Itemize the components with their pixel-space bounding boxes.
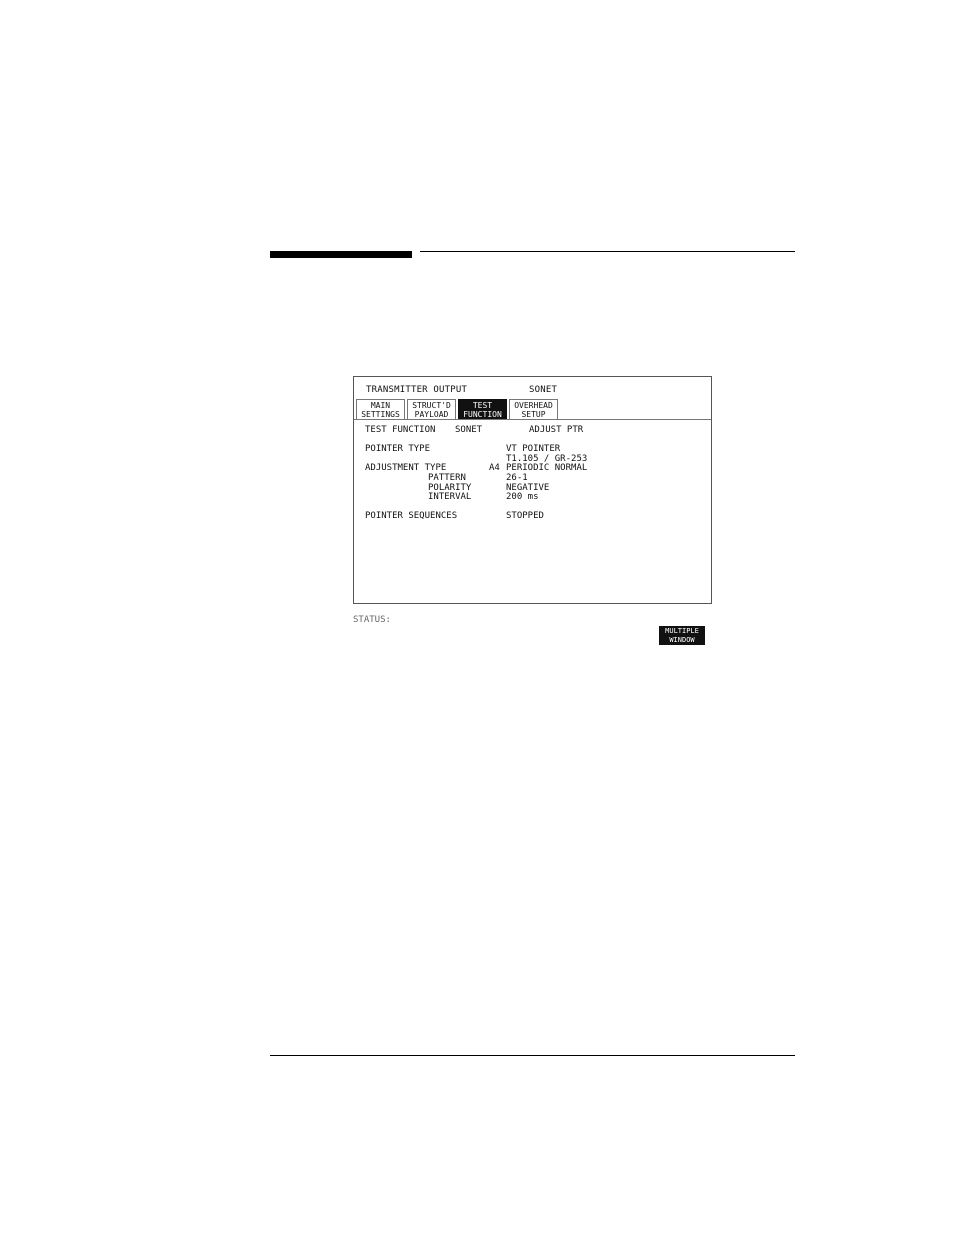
tab-divider	[354, 419, 711, 420]
multiple-window-button[interactable]: MULTIPLE WINDOW	[659, 626, 705, 645]
tab-overhead-setup[interactable]: OVERHEAD SETUP	[509, 399, 558, 419]
interval-label: INTERVAL	[428, 492, 472, 502]
test-function-value[interactable]: ADJUST PTR	[529, 425, 583, 435]
adjustment-type-value[interactable]: PERIODIC NORMAL	[506, 463, 587, 473]
mode-label: SONET	[529, 385, 558, 395]
pointer-sequences-label: POINTER SEQUENCES	[365, 511, 458, 521]
section-rule-thin	[420, 251, 795, 252]
section-rule-thick	[270, 251, 412, 258]
interval-value[interactable]: 200 ms	[506, 492, 539, 502]
tab-label-line1: TEST	[472, 400, 493, 410]
pointer-type-label: POINTER TYPE	[365, 444, 431, 454]
test-function-type[interactable]: SONET	[455, 425, 482, 435]
tab-label-line1: OVERHEAD	[514, 400, 553, 410]
tab-label-line2: FUNCTION	[463, 409, 502, 419]
adjustment-type-code: A4	[489, 463, 500, 473]
pattern-value[interactable]: 26-1	[506, 473, 528, 483]
instrument-screen: TRANSMITTER OUTPUT SONET MAIN SETTINGS S…	[353, 376, 712, 604]
pointer-sequences-value[interactable]: STOPPED	[506, 511, 544, 521]
window-title: TRANSMITTER OUTPUT	[366, 385, 468, 395]
tab-label-line1: STRUCT'D	[412, 400, 451, 410]
status-label: STATUS:	[353, 615, 391, 625]
tab-test-function[interactable]: TEST FUNCTION	[458, 399, 507, 419]
tab-label-line2: SETUP	[521, 409, 546, 419]
tab-structd-payload[interactable]: STRUCT'D PAYLOAD	[407, 399, 456, 419]
pointer-type-value[interactable]: VT POINTER	[506, 444, 560, 454]
footer-rule	[270, 1055, 795, 1056]
tab-label-line2: PAYLOAD	[414, 409, 449, 419]
tab-bar: MAIN SETTINGS STRUCT'D PAYLOAD TEST FUNC…	[356, 399, 560, 419]
adjustment-type-label: ADJUSTMENT TYPE	[365, 463, 447, 473]
multiple-window-label-line1: MULTIPLE	[665, 626, 699, 635]
test-function-label: TEST FUNCTION	[365, 425, 436, 435]
pattern-label: PATTERN	[428, 473, 466, 483]
tab-main-settings[interactable]: MAIN SETTINGS	[356, 399, 405, 419]
tab-label-line1: MAIN	[370, 400, 391, 410]
multiple-window-label-line2: WINDOW	[669, 635, 695, 644]
tab-label-line2: SETTINGS	[361, 409, 400, 419]
